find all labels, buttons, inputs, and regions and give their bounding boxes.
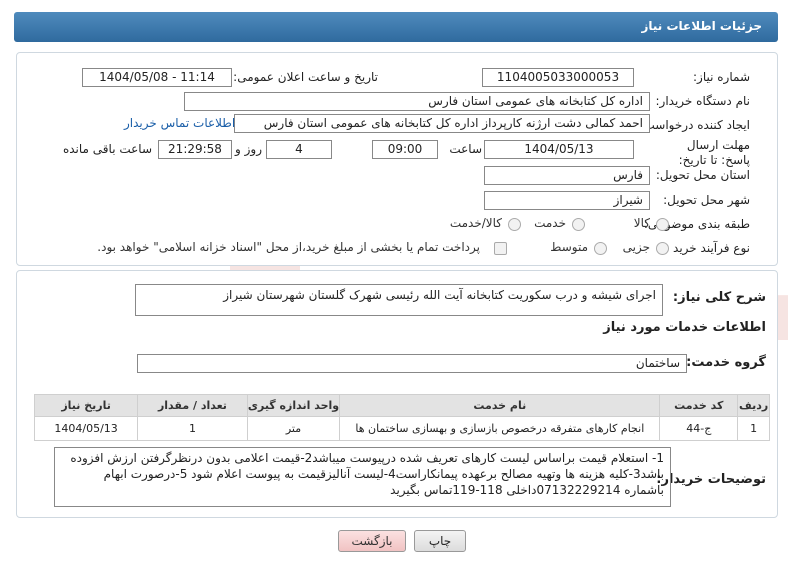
col-unit: واحد اندازه گیری xyxy=(246,394,341,417)
purchase-type-label: نوع فرآیند خرید : xyxy=(665,241,750,255)
announce-date-field: 1404/05/08 - 11:14 xyxy=(82,68,232,87)
summary-label: شرح کلی نیاز: xyxy=(672,290,766,305)
page-header: جزئیات اطلاعات نیاز xyxy=(14,12,778,42)
category-option-goods-service: کالا/خدمت xyxy=(449,216,502,230)
city-label: شهر محل تحویل: xyxy=(663,193,750,207)
creator-field: احمد کمالی دشت ارژنه کارپرداز اداره کل ک… xyxy=(234,114,650,133)
category-radio-goods[interactable] xyxy=(656,218,669,231)
days-label: روز و xyxy=(235,142,262,156)
need-number-label: شماره نیاز: xyxy=(693,70,750,84)
category-radio-service[interactable] xyxy=(572,218,585,231)
purchase-radio-medium[interactable] xyxy=(594,242,607,255)
purchase-radio-minor[interactable] xyxy=(656,242,669,255)
cell-service-code: ج-44 xyxy=(659,416,739,441)
category-option-service: خدمت xyxy=(534,216,566,230)
cell-quantity: 1 xyxy=(137,416,248,441)
table-row: 1 ج-44 انجام کارهای متفرقه درخصوص بازساز… xyxy=(33,416,770,441)
notes-label: توضیحات خریدار: xyxy=(656,472,766,487)
province-field: فارس xyxy=(484,166,650,185)
cell-need-date: 1404/05/13 xyxy=(33,416,139,441)
print-button[interactable]: چاپ xyxy=(414,530,466,552)
back-button[interactable]: بازگشت xyxy=(338,530,406,552)
creator-label: ایجاد کننده درخواست: xyxy=(639,118,750,132)
announce-date-label: تاریخ و ساعت اعلان عمومی: xyxy=(233,70,378,84)
buyer-label: نام دستگاه خریدار: xyxy=(655,94,751,108)
col-need-date: تاریخ نیاز xyxy=(33,394,139,417)
col-row-number: ردیف xyxy=(737,394,770,417)
summary-field: اجرای شیشه و درب سکوریت کتابخانه آیت الل… xyxy=(135,284,663,316)
services-table: ردیف کد خدمت نام خدمت واحد اندازه گیری ت… xyxy=(33,394,770,441)
cell-row-number: 1 xyxy=(737,416,770,441)
purchase-option-medium: متوسط xyxy=(550,240,588,254)
payment-treasury-checkbox[interactable] xyxy=(494,242,507,255)
remaining-time-field: 21:29:58 xyxy=(158,140,232,159)
city-field: شیراز xyxy=(484,191,650,210)
buyer-notes-field: 1- استعلام قیمت براساس لیست کارهای تعریف… xyxy=(54,447,671,507)
deadline-label: مهلت ارسال پاسخ: تا تاریخ: xyxy=(678,138,750,167)
buyer-contact-link[interactable]: اطلاعات تماس خریدار xyxy=(124,116,235,130)
province-label: استان محل تحویل: xyxy=(655,168,750,182)
remaining-time-label: ساعت باقی مانده xyxy=(62,142,152,156)
cell-service-name: انجام کارهای متفرقه درخصوص بازسازی و بهس… xyxy=(339,416,661,441)
services-title: اطلاعات خدمات مورد نیاز xyxy=(603,320,766,335)
col-quantity: تعداد / مقدار xyxy=(137,394,248,417)
category-option-goods: کالا xyxy=(633,216,650,230)
service-group-label: گروه خدمت: xyxy=(686,355,766,370)
col-service-code: کد خدمت xyxy=(659,394,739,417)
days-field: 4 xyxy=(266,140,332,159)
need-number-field: 1104005033000053 xyxy=(482,68,634,87)
category-radio-goods-service[interactable] xyxy=(508,218,521,231)
deadline-time-field: 09:00 xyxy=(372,140,438,159)
col-service-name: نام خدمت xyxy=(339,394,661,417)
purchase-option-minor: جزیی xyxy=(622,240,650,254)
table-header-row: ردیف کد خدمت نام خدمت واحد اندازه گیری ت… xyxy=(33,394,770,417)
cell-unit: متر xyxy=(246,416,341,441)
deadline-date-field: 1404/05/13 xyxy=(484,140,634,159)
payment-note: پرداخت تمام یا بخشی از مبلغ خرید،از محل … xyxy=(97,240,480,254)
buyer-field: اداره کل کتابخانه های عمومی استان فارس xyxy=(184,92,650,111)
service-group-field: ساختمان xyxy=(137,354,687,373)
deadline-time-label: ساعت xyxy=(449,142,482,156)
page-title: جزئیات اطلاعات نیاز xyxy=(641,19,762,33)
